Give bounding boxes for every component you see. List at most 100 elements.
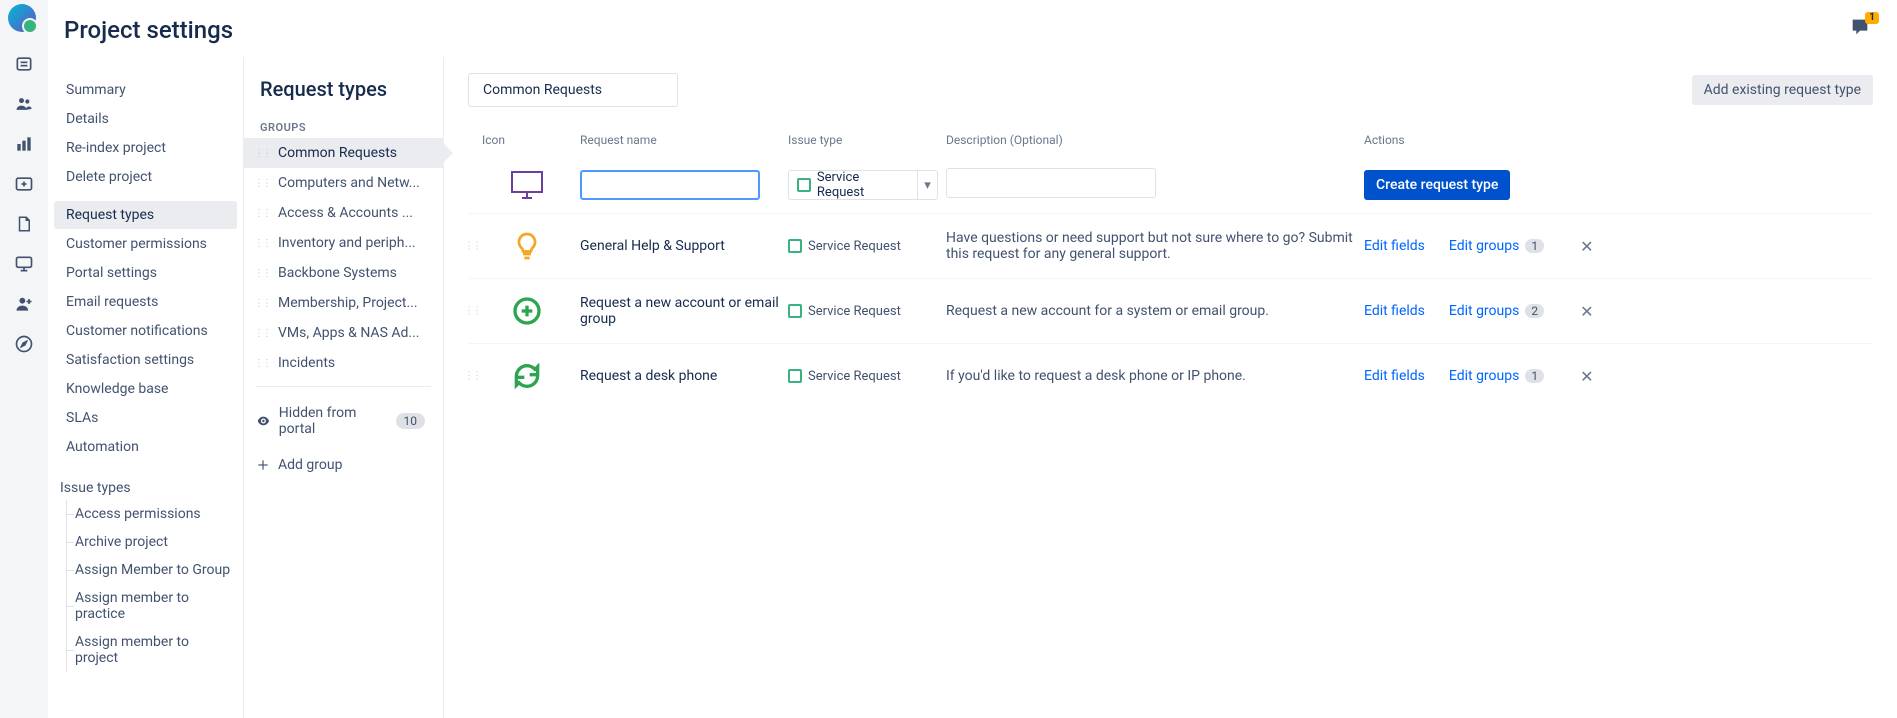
settings-sidebar: SummaryDetailsRe-index projectDelete pro… [48,57,244,718]
nav-item-delete-project[interactable]: Delete project [54,163,237,191]
edit-groups-link[interactable]: Edit groups [1449,368,1519,384]
issue-type-assign-member-to-practice[interactable]: Assign member to practice [67,584,243,628]
issue-type-archive-project[interactable]: Archive project [67,528,243,556]
request-description: Request a new account for a system or em… [946,303,1356,319]
add-existing-button[interactable]: Add existing request type [1692,75,1873,105]
remove-icon[interactable]: ✕ [1580,367,1593,386]
nav-item-knowledge-base[interactable]: Knowledge base [54,375,237,403]
group-item[interactable]: ⋮⋮Backbone Systems [244,258,443,288]
group-item[interactable]: ⋮⋮ Access & Accounts ... [244,198,443,228]
refresh-icon [511,360,543,392]
drag-handle-icon[interactable]: ⋮⋮ [254,268,270,279]
col-name: Request name [580,133,780,147]
channels-icon[interactable] [12,252,36,276]
group-name-input[interactable]: Common Requests [468,73,678,107]
edit-fields-link[interactable]: Edit fields [1364,238,1425,254]
nav-item-portal-settings[interactable]: Portal settings [54,259,237,287]
remove-icon[interactable]: ✕ [1580,237,1593,256]
groups-count-badge: 2 [1525,304,1544,318]
remove-icon[interactable]: ✕ [1580,302,1593,321]
create-form-row: Service Request ▾ Create request type [468,157,1873,213]
service-request-icon [788,369,802,383]
create-request-type-button[interactable]: Create request type [1364,170,1510,200]
feedback-icon[interactable]: 1 [1849,16,1873,40]
form-icon-picker[interactable] [509,167,545,203]
group-item[interactable]: ⋮⋮Computers and Netw... [244,168,443,198]
drag-handle-icon[interactable]: ⋮⋮ [254,298,270,309]
page-icon[interactable] [12,212,36,236]
groups-count-badge: 1 [1525,239,1544,253]
lightbulb-icon [511,230,543,262]
nav-item-automation[interactable]: Automation [54,433,237,461]
groups-sidebar: Request types GROUPS ⋮⋮Common Requests⋮⋮… [244,57,444,718]
drag-handle-icon[interactable]: ⋮⋮ [254,238,270,249]
group-item[interactable]: ⋮⋮ Common Requests [244,138,443,168]
col-icon: Icon [482,133,572,147]
customers-icon[interactable] [12,92,36,116]
drag-handle-icon[interactable]: ⋮⋮ [464,371,480,382]
issue-type-assign-member-to-project[interactable]: Assign member to project [67,628,243,672]
request-icon [509,293,545,329]
global-icon-rail [0,0,48,718]
group-item[interactable]: ⋮⋮ Membership, Project... [244,288,443,318]
request-name-input[interactable] [580,170,760,200]
workarea: Common Requests Add existing request typ… [444,57,1897,718]
chevron-down-icon: ▾ [917,171,937,199]
request-description: Have questions or need support but not s… [946,230,1356,262]
request-icon [509,228,545,264]
request-name: Request a desk phone [580,368,780,384]
issue-type-value: Service Request [817,170,909,200]
group-item[interactable]: ⋮⋮Inventory and periph... [244,228,443,258]
issue-type-badge: Service Request [788,369,938,384]
edit-groups-link[interactable]: Edit groups [1449,303,1519,319]
description-input[interactable] [946,168,1156,198]
eye-icon [256,413,271,429]
request-type-row: ⋮⋮Request a new account or email groupSe… [468,278,1873,343]
group-label: Access & Accounts ... [278,205,413,221]
group-label: VMs, Apps & NAS Ad... [278,325,419,341]
issue-type-assign-member-to-group[interactable]: Assign Member to Group [67,556,243,584]
hidden-from-portal[interactable]: Hidden from portal 10 [244,395,443,447]
group-item[interactable]: ⋮⋮ VMs, Apps & NAS Ad... [244,318,443,348]
edit-fields-link[interactable]: Edit fields [1364,303,1425,319]
group-label: Common Requests [278,145,397,161]
monitor-icon [510,170,544,200]
nav-item-customer-notifications[interactable]: Customer notifications [54,317,237,345]
issue-type-select[interactable]: Service Request ▾ [788,170,938,200]
hidden-label: Hidden from portal [279,405,388,437]
nav-item-summary[interactable]: Summary [54,76,237,104]
edit-fields-link[interactable]: Edit fields [1364,368,1425,384]
issue-type-access-permissions[interactable]: Access permissions [67,500,243,528]
nav-item-re-index-project[interactable]: Re-index project [54,134,237,162]
nav-item-details[interactable]: Details [54,105,237,133]
raise-request-icon[interactable] [12,172,36,196]
nav-item-slas[interactable]: SLAs [54,404,237,432]
drag-handle-icon[interactable]: ⋮⋮ [254,328,270,339]
service-request-icon [788,304,802,318]
drag-handle-icon[interactable]: ⋮⋮ [254,148,270,159]
nav-item-satisfaction-settings[interactable]: Satisfaction settings [54,346,237,374]
request-type-row: ⋮⋮Request a desk phoneService RequestIf … [468,343,1873,408]
nav-item-customer-permissions[interactable]: Customer permissions [54,230,237,258]
group-item[interactable]: ⋮⋮ Incidents [244,348,443,378]
nav-item-request-types[interactable]: Request types [54,201,237,229]
queues-icon[interactable] [12,52,36,76]
drag-handle-icon[interactable]: ⋮⋮ [464,241,480,252]
reports-icon[interactable] [12,132,36,156]
invite-icon[interactable] [12,292,36,316]
service-request-icon [788,239,802,253]
app-logo[interactable] [8,4,40,36]
drag-handle-icon[interactable]: ⋮⋮ [254,358,270,369]
group-label: Incidents [278,355,335,371]
drag-handle-icon[interactable]: ⋮⋮ [254,208,270,219]
nav-item-email-requests[interactable]: Email requests [54,288,237,316]
group-label: Membership, Project... [278,295,418,311]
compass-icon[interactable] [12,332,36,356]
request-name: Request a new account or email group [580,295,780,327]
drag-handle-icon[interactable]: ⋮⋮ [254,178,270,189]
groups-label: GROUPS [244,117,443,138]
request-type-row: ⋮⋮General Help & SupportService RequestH… [468,213,1873,278]
drag-handle-icon[interactable]: ⋮⋮ [464,306,480,317]
add-group-button[interactable]: Add group [244,447,443,483]
edit-groups-link[interactable]: Edit groups [1449,238,1519,254]
